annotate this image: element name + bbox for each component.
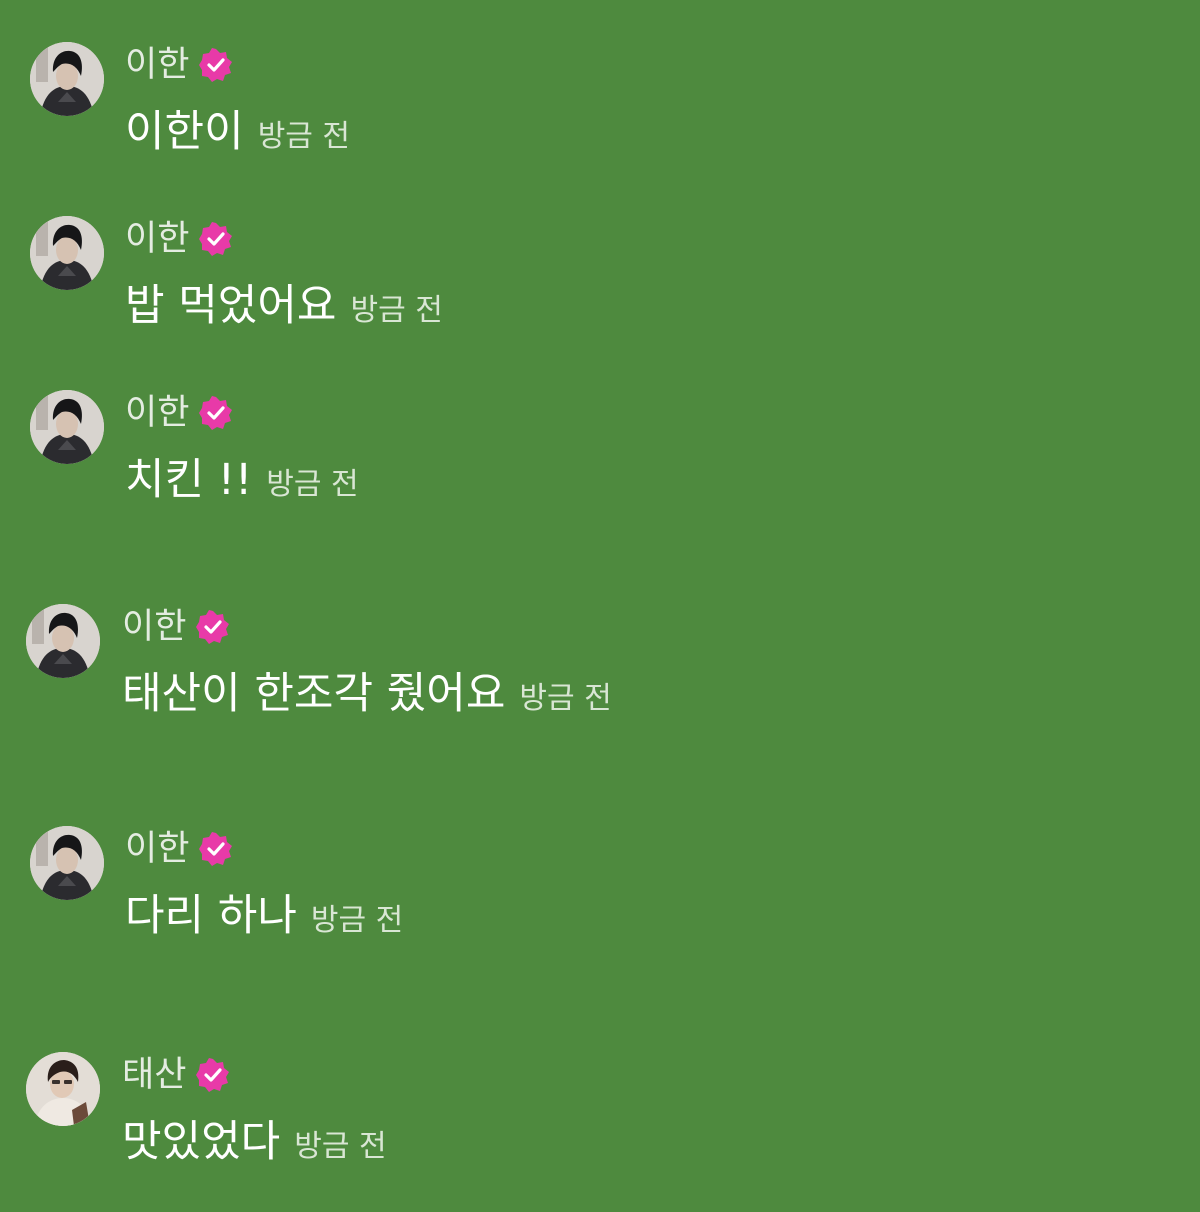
author-name[interactable]: 이한 [125, 42, 189, 88]
author-name[interactable]: 태산 [122, 1052, 186, 1098]
message-text: 치킨 !! [125, 455, 253, 505]
avatar[interactable] [26, 1052, 100, 1126]
timestamp: 방금 전 [294, 1129, 387, 1164]
avatar[interactable] [30, 216, 104, 290]
message-text: 이한이 [125, 107, 244, 157]
message-text: 다리 하나 [125, 891, 297, 941]
verified-badge-icon [199, 396, 233, 430]
timestamp: 방금 전 [519, 681, 612, 716]
avatar[interactable] [26, 604, 100, 678]
timestamp: 방금 전 [266, 467, 359, 502]
message-item: 이한 이한이 방금 전 [0, 42, 1200, 202]
author-name[interactable]: 이한 [125, 826, 189, 872]
timestamp: 방금 전 [350, 293, 443, 328]
timestamp: 방금 전 [257, 119, 351, 154]
avatar[interactable] [30, 42, 104, 116]
message-item: 이한 밥 먹었어요 방금 전 [0, 216, 1200, 376]
message-item: 이한 다리 하나 방금 전 [0, 826, 1200, 986]
author-name[interactable]: 이한 [122, 604, 186, 650]
verified-badge-icon [196, 1058, 230, 1092]
message-item: 태산 맛있었다 방금 전 [0, 1052, 1200, 1212]
verified-badge-icon [199, 222, 233, 256]
author-name[interactable]: 이한 [125, 390, 189, 436]
author-name[interactable]: 이한 [125, 216, 189, 262]
timestamp: 방금 전 [310, 903, 404, 938]
message-text: 밥 먹었어요 [125, 281, 337, 331]
message-text: 태산이 한조각 줬어요 [122, 669, 506, 719]
verified-badge-icon [199, 48, 233, 82]
message-item: 이한 치킨 !! 방금 전 [0, 390, 1200, 550]
message-item: 이한 태산이 한조각 줬어요 방금 전 [0, 604, 1200, 764]
message-text: 맛있었다 [122, 1117, 281, 1167]
avatar[interactable] [30, 826, 104, 900]
verified-badge-icon [196, 610, 230, 644]
verified-badge-icon [199, 832, 233, 866]
avatar[interactable] [30, 390, 104, 464]
